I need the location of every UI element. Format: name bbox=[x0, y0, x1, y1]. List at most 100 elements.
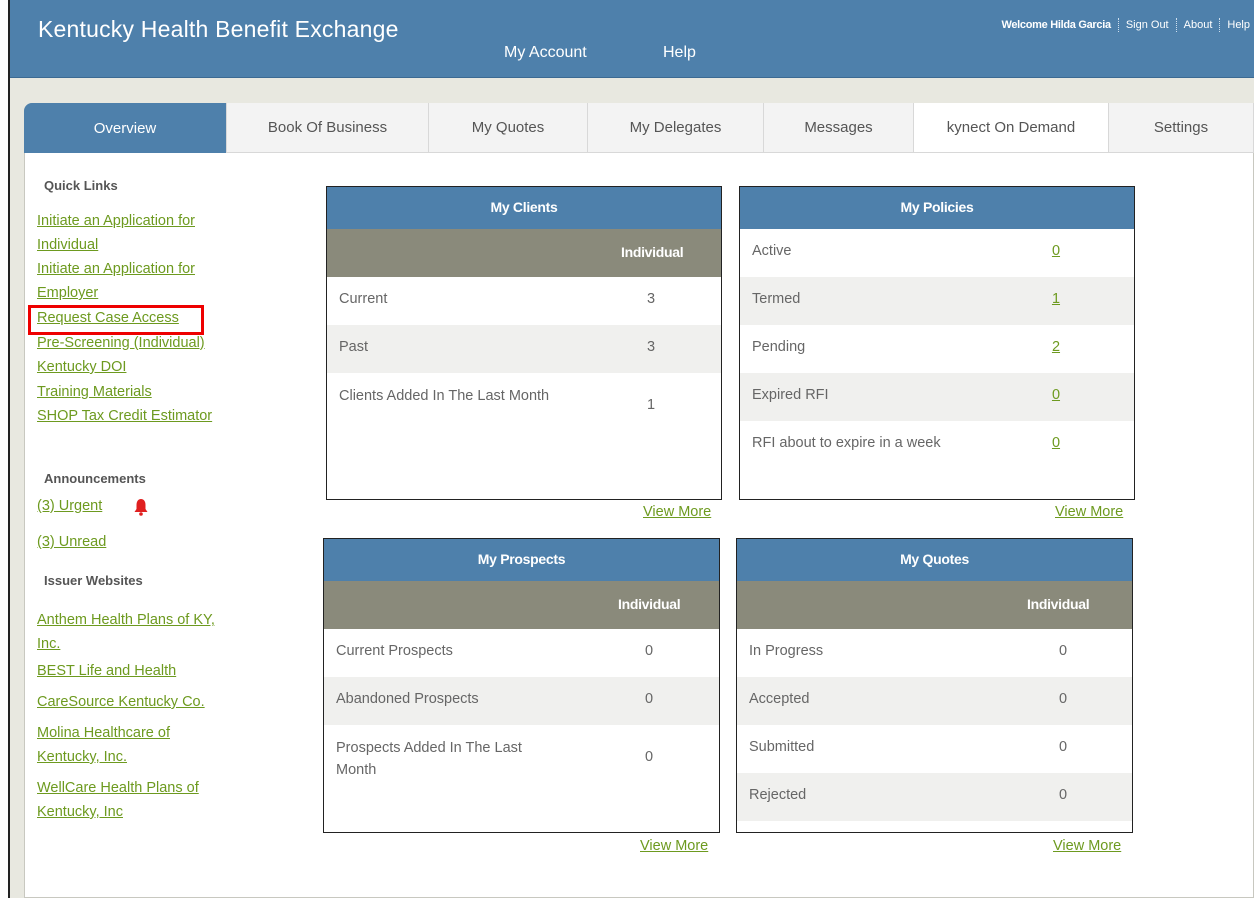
row-label: Current bbox=[339, 291, 388, 307]
tab-my-delegates[interactable]: My Delegates bbox=[588, 103, 764, 153]
app-title: Kentucky Health Benefit Exchange bbox=[38, 16, 399, 42]
table-row: Clients Added In The Last Month 1 bbox=[327, 373, 721, 443]
quick-link-initiate-employer-cont[interactable]: Employer bbox=[37, 283, 98, 304]
my-quotes-view-more-link[interactable]: View More bbox=[1053, 838, 1121, 854]
row-value: 0 bbox=[644, 643, 654, 659]
quick-links-heading: Quick Links bbox=[44, 178, 118, 193]
row-label: Prospects Added In The Last Month bbox=[336, 740, 522, 778]
termed-count-link[interactable]: 1 bbox=[1036, 291, 1076, 307]
pending-count-link[interactable]: 2 bbox=[1036, 339, 1076, 355]
my-prospects-widget: My Prospects Individual Current Prospect… bbox=[323, 538, 720, 833]
quick-link-shop-tax-credit[interactable]: SHOP Tax Credit Estimator bbox=[37, 406, 212, 427]
announcement-urgent-link[interactable]: (3) Urgent bbox=[37, 496, 102, 517]
rfi-expiring-count-link[interactable]: 0 bbox=[1036, 435, 1076, 451]
my-quotes-subheader: Individual bbox=[737, 581, 1132, 629]
expired-rfi-count-link[interactable]: 0 bbox=[1036, 387, 1076, 403]
row-label: RFI about to expire in a week bbox=[752, 435, 941, 451]
table-row: Active 0 bbox=[740, 229, 1134, 277]
row-value: 0 bbox=[1058, 787, 1068, 803]
announcement-unread-link[interactable]: (3) Unread bbox=[37, 532, 106, 553]
help-link[interactable]: Help bbox=[1227, 19, 1250, 31]
my-policies-view-more-link[interactable]: View More bbox=[1055, 504, 1123, 520]
issuer-link-wellcare-cont[interactable]: Kentucky, Inc bbox=[37, 802, 123, 823]
highlight-box bbox=[28, 305, 204, 335]
row-label: Pending bbox=[752, 339, 806, 355]
my-prospects-view-more-link[interactable]: View More bbox=[640, 838, 708, 854]
row-label: Expired RFI bbox=[752, 387, 829, 403]
utility-nav: Welcome Hilda Garcia Sign Out About Help bbox=[1001, 18, 1250, 32]
my-prospects-subheader: Individual bbox=[324, 581, 719, 629]
divider bbox=[1219, 18, 1221, 32]
row-label: Submitted bbox=[749, 739, 815, 755]
tab-book-of-business[interactable]: Book Of Business bbox=[227, 103, 429, 153]
table-row: Termed 1 bbox=[740, 277, 1134, 325]
issuer-link-anthem-cont[interactable]: Inc. bbox=[37, 634, 60, 655]
quick-link-initiate-employer[interactable]: Initiate an Application for bbox=[37, 259, 195, 280]
table-row: Rejected 0 bbox=[737, 773, 1132, 821]
site-header: Kentucky Health Benefit Exchange My Acco… bbox=[10, 0, 1254, 78]
my-policies-widget: My Policies Active 0 Termed 1 Pending 2 … bbox=[739, 186, 1135, 500]
column-header-individual: Individual bbox=[621, 244, 684, 260]
row-value: 1 bbox=[646, 397, 656, 413]
divider bbox=[1175, 18, 1177, 32]
row-label: Past bbox=[339, 339, 369, 355]
my-clients-view-more-link[interactable]: View More bbox=[643, 504, 711, 520]
issuer-link-molina[interactable]: Molina Healthcare of bbox=[37, 723, 170, 744]
bell-icon bbox=[134, 499, 148, 516]
my-policies-title: My Policies bbox=[740, 187, 1134, 229]
table-row: RFI about to expire in a week 0 bbox=[740, 421, 1134, 469]
announcements-heading: Announcements bbox=[44, 471, 146, 486]
active-count-link[interactable]: 0 bbox=[1036, 243, 1076, 259]
tab-kynect-on-demand[interactable]: kynect On Demand bbox=[914, 103, 1109, 153]
nav-help[interactable]: Help bbox=[663, 44, 696, 62]
row-value: 0 bbox=[1058, 643, 1068, 659]
row-label: In Progress bbox=[749, 643, 824, 659]
row-label: Accepted bbox=[749, 691, 810, 707]
table-row: Expired RFI 0 bbox=[740, 373, 1134, 421]
tab-messages[interactable]: Messages bbox=[764, 103, 914, 153]
welcome-message: Welcome Hilda Garcia bbox=[1001, 19, 1111, 31]
row-label: Termed bbox=[752, 291, 801, 307]
table-row: In Progress 0 bbox=[737, 629, 1132, 677]
quick-link-initiate-individual-cont[interactable]: Individual bbox=[37, 235, 98, 256]
tab-settings[interactable]: Settings bbox=[1109, 103, 1254, 153]
about-link[interactable]: About bbox=[1184, 19, 1213, 31]
table-row: Current Prospects 0 bbox=[324, 629, 719, 677]
row-label: Active bbox=[752, 243, 792, 259]
quick-link-pre-screening[interactable]: Pre-Screening (Individual) bbox=[37, 333, 205, 354]
issuer-link-caresource[interactable]: CareSource Kentucky Co. bbox=[37, 692, 205, 713]
issuer-link-wellcare[interactable]: WellCare Health Plans of bbox=[37, 778, 199, 799]
row-value: 3 bbox=[646, 291, 656, 307]
issuer-link-best-life[interactable]: BEST Life and Health bbox=[37, 661, 176, 682]
row-value: 0 bbox=[644, 749, 654, 765]
my-clients-title: My Clients bbox=[327, 187, 721, 229]
table-row: Current 3 bbox=[327, 277, 721, 325]
row-label: Rejected bbox=[749, 787, 807, 803]
issuer-link-molina-cont[interactable]: Kentucky, Inc. bbox=[37, 747, 127, 768]
table-row: Accepted 0 bbox=[737, 677, 1132, 725]
row-value: 0 bbox=[644, 691, 654, 707]
row-label: Current Prospects bbox=[336, 643, 453, 659]
nav-my-account[interactable]: My Account bbox=[504, 44, 587, 62]
sign-out-link[interactable]: Sign Out bbox=[1126, 19, 1169, 31]
divider bbox=[1117, 18, 1119, 32]
table-row: Pending 2 bbox=[740, 325, 1134, 373]
tab-bar: Overview Book Of Business My Quotes My D… bbox=[24, 103, 1254, 153]
tab-my-quotes[interactable]: My Quotes bbox=[429, 103, 588, 153]
quick-link-initiate-individual[interactable]: Initiate an Application for bbox=[37, 211, 195, 232]
my-clients-subheader: Individual bbox=[327, 229, 721, 277]
table-row: Past 3 bbox=[327, 325, 721, 373]
row-label: Clients Added In The Last Month bbox=[339, 388, 550, 404]
row-label: Abandoned Prospects bbox=[336, 691, 479, 707]
row-value: 0 bbox=[1058, 691, 1068, 707]
my-clients-widget: My Clients Individual Current 3 Past 3 C… bbox=[326, 186, 722, 500]
row-value: 0 bbox=[1058, 739, 1068, 755]
quick-link-training-materials[interactable]: Training Materials bbox=[37, 382, 152, 403]
issuer-websites-heading: Issuer Websites bbox=[44, 573, 143, 588]
my-quotes-title: My Quotes bbox=[737, 539, 1132, 581]
table-row: Prospects Added In The Last Month 0 bbox=[324, 725, 719, 795]
column-header-individual: Individual bbox=[618, 596, 681, 612]
issuer-link-anthem[interactable]: Anthem Health Plans of KY, bbox=[37, 610, 215, 631]
quick-link-kentucky-doi[interactable]: Kentucky DOI bbox=[37, 357, 126, 378]
tab-overview[interactable]: Overview bbox=[24, 103, 227, 153]
